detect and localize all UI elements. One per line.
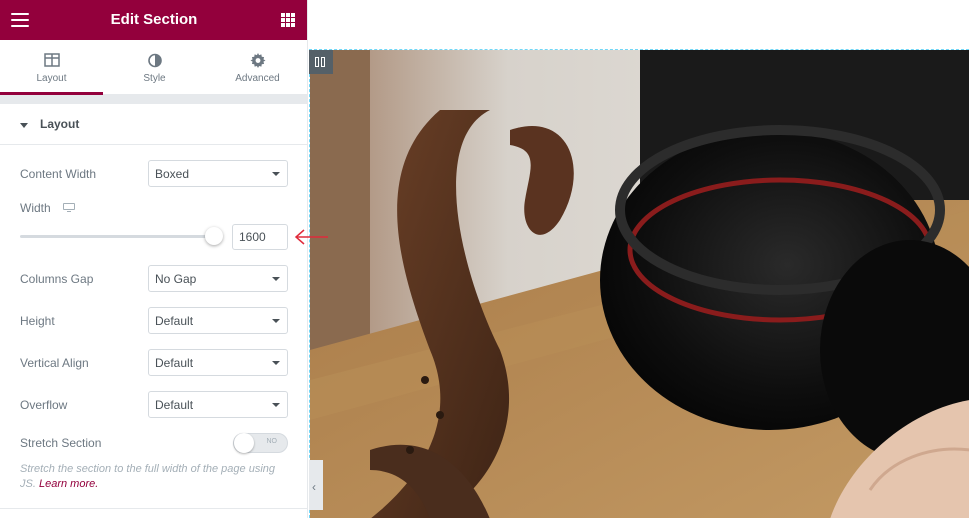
arrow-left-icon [294, 229, 328, 245]
chevron-down-icon [272, 277, 280, 281]
vertical-align-value: Default [155, 356, 194, 370]
section-outline[interactable] [309, 49, 969, 518]
content-width-label: Content Width [20, 167, 97, 181]
height-label: Height [20, 314, 55, 328]
toggle-knob [234, 433, 254, 453]
desktop-icon[interactable] [63, 203, 75, 213]
gear-icon [250, 53, 265, 73]
stretch-section-label: Stretch Section [20, 436, 102, 450]
tab-style[interactable]: Style [103, 40, 206, 95]
chevron-down-icon [272, 403, 280, 407]
columns-gap-label: Columns Gap [20, 272, 94, 286]
width-input[interactable]: 1600 [232, 224, 288, 250]
overflow-select[interactable]: Default [148, 391, 288, 418]
style-icon [147, 53, 162, 73]
panel-divider [0, 95, 307, 104]
stretch-section-toggle[interactable]: NO [233, 433, 288, 453]
layout-icon [43, 53, 60, 72]
columns-gap-value: No Gap [155, 272, 197, 286]
content-width-select[interactable]: Boxed [148, 160, 288, 187]
height-value: Default [155, 314, 194, 328]
width-slider[interactable] [20, 235, 222, 238]
panel-tabs: Layout Style Advanced [0, 40, 307, 95]
chevron-down-icon [272, 319, 280, 323]
section-handle-icon[interactable] [309, 50, 333, 74]
preview-canvas [309, 0, 969, 518]
width-slider-handle[interactable] [204, 227, 223, 245]
caret-down-icon [20, 123, 28, 128]
tab-layout[interactable]: Layout [0, 40, 103, 95]
vertical-align-label: Vertical Align [20, 356, 89, 370]
tab-advanced[interactable]: Advanced [206, 40, 307, 95]
chevron-down-icon [272, 172, 280, 176]
widgets-grid-icon[interactable] [281, 13, 295, 27]
overflow-label: Overflow [20, 398, 68, 412]
vertical-align-select[interactable]: Default [148, 349, 288, 376]
panel-bottom-divider [0, 508, 307, 509]
panel-header: Edit Section [0, 0, 307, 40]
tab-advanced-label: Advanced [235, 73, 280, 84]
toggle-state-text: NO [266, 438, 278, 445]
learn-more-link[interactable]: Learn more. [39, 478, 98, 490]
columns-gap-select[interactable]: No Gap [148, 265, 288, 292]
tab-layout-label: Layout [36, 73, 67, 84]
content-width-value: Boxed [155, 167, 190, 181]
chevron-left-icon: ‹ [312, 480, 316, 494]
panel-title: Edit Section [110, 11, 198, 28]
overflow-value: Default [155, 398, 194, 412]
stretch-description: Stretch the section to the full width of… [20, 462, 290, 492]
height-select[interactable]: Default [148, 307, 288, 334]
chevron-down-icon [272, 361, 280, 365]
collapse-panel-button[interactable]: ‹ [309, 460, 323, 510]
tab-style-label: Style [143, 73, 166, 84]
layout-section-toggle[interactable]: Layout [0, 104, 307, 145]
editor-panel: Edit Section Layout Style Advanced Layou… [0, 0, 308, 518]
section-title: Layout [40, 117, 80, 131]
camera-photo [310, 50, 969, 518]
width-label: Width [20, 201, 51, 215]
